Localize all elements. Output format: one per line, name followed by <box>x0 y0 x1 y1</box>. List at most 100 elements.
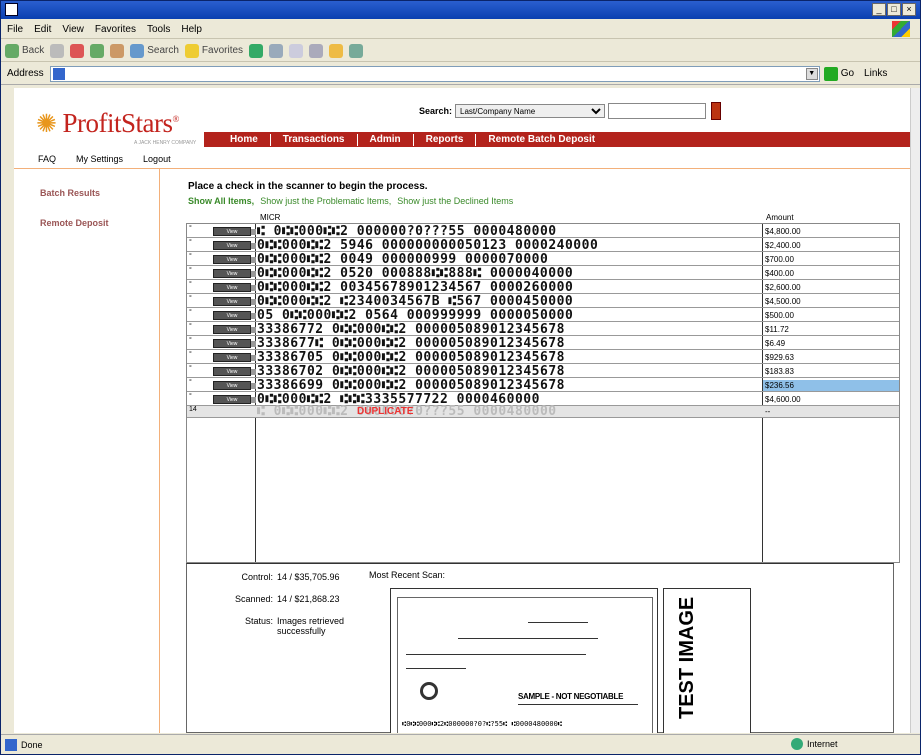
filter-all[interactable]: Show All Items, <box>188 196 254 206</box>
view-button[interactable]: View <box>213 395 256 404</box>
sidebar-divider <box>159 169 160 733</box>
stop-button[interactable] <box>70 43 85 58</box>
media-button[interactable] <box>249 43 264 58</box>
refresh-button[interactable] <box>90 43 105 58</box>
table-row[interactable]: ° View 33386705 0⑆⑆000⑆⑆2 0000050890123456… <box>187 350 899 365</box>
nav-home[interactable]: Home <box>218 133 271 146</box>
links-button[interactable]: Links <box>864 68 887 79</box>
messenger-button[interactable] <box>349 43 364 58</box>
print-button[interactable] <box>309 43 324 58</box>
sidebar-item-batch-results[interactable]: Batch Results <box>40 188 109 198</box>
menu-favorites[interactable]: Favorites <box>95 24 136 35</box>
search-button[interactable]: Search <box>130 43 179 58</box>
home-button[interactable] <box>110 43 125 58</box>
vertical-scrollbar[interactable] <box>910 88 920 733</box>
amount-value: $6.49 <box>765 339 786 348</box>
view-button[interactable]: View <box>213 255 256 264</box>
folder-button[interactable] <box>329 43 344 58</box>
back-button[interactable]: Back <box>5 43 44 58</box>
history-icon <box>269 43 284 58</box>
table-row[interactable]: ° View 0⑆⑆000⑆⑆2 00345678901234567 0000260… <box>187 280 899 295</box>
mail-button[interactable] <box>289 43 304 58</box>
view-button[interactable]: View <box>213 227 256 236</box>
table-row[interactable]: ° View ⑆ 0⑆⑆000⑆⑆2 000000?0???55 000048000… <box>187 224 899 239</box>
menu-help[interactable]: Help <box>181 24 202 35</box>
filter-problematic[interactable]: Show just the Problematic Items, <box>260 196 391 206</box>
print-icon <box>309 43 324 58</box>
table-row[interactable]: ° View 33386772 0⑆⑆000⑆⑆2 0000050890123456… <box>187 322 899 337</box>
micr-value: 33386702 0⑆⑆000⑆⑆2 000005089012345678 <box>257 364 565 379</box>
nav-reports[interactable]: Reports <box>414 133 477 146</box>
test-image-label: TEST IMAGE <box>676 596 698 719</box>
folder-icon <box>329 43 344 58</box>
search-type-select[interactable]: Last/Company Name <box>455 104 606 118</box>
menu-edit[interactable]: Edit <box>34 24 51 35</box>
view-button[interactable]: View <box>213 269 256 278</box>
view-button[interactable]: View <box>213 367 256 376</box>
close-button[interactable]: × <box>902 3 916 16</box>
mail-icon <box>289 43 304 58</box>
table-row[interactable]: ° View 0⑆⑆000⑆⑆2 5946 000000000050123 0000… <box>187 238 899 253</box>
sidebar-item-remote-deposit[interactable]: Remote Deposit <box>40 218 109 228</box>
address-dropdown[interactable]: ▼ <box>805 67 818 80</box>
filter-declined[interactable]: Show just the Declined Items <box>397 196 513 206</box>
table-row[interactable]: ° View 33386699 0⑆⑆000⑆⑆2 0000050890123456… <box>187 378 899 393</box>
row-marker: ° <box>189 365 192 372</box>
view-button[interactable]: View <box>213 297 256 306</box>
duplicate-row[interactable]: 14 ⑆ 0⑆⑆000⑆⑆2 000000?0???55 0000480000 … <box>187 404 899 419</box>
search-label: Search <box>147 45 179 56</box>
check-sample-text: SAMPLE - NOT NEGOTIABLE <box>518 692 624 701</box>
view-button[interactable]: View <box>213 353 256 362</box>
view-button[interactable]: View <box>213 283 256 292</box>
menu-tools[interactable]: Tools <box>147 24 170 35</box>
nav-remote-batch-deposit[interactable]: Remote Batch Deposit <box>476 134 607 146</box>
home-icon <box>110 43 125 58</box>
status-done-label: Done <box>21 739 43 750</box>
search-go-button[interactable] <box>711 102 722 120</box>
search-bar: Search: Last/Company Name <box>419 102 722 120</box>
most-recent-scan-label: Most Recent Scan: <box>369 570 446 580</box>
page-icon <box>5 738 17 751</box>
go-button[interactable]: Go <box>823 66 854 81</box>
minimize-button[interactable]: _ <box>872 3 886 16</box>
nav-transactions[interactable]: Transactions <box>271 133 358 146</box>
stop-icon <box>70 43 85 58</box>
check-face: SAMPLE - NOT NEGOTIABLE ⑆0⑆⑆000⑆⑆2⑆00000… <box>397 597 653 733</box>
amount-value: $11.72 <box>765 325 789 334</box>
table-row[interactable]: ° View 33386702 0⑆⑆000⑆⑆2 0000050890123456… <box>187 364 899 379</box>
address-input[interactable]: ▼ <box>49 65 820 82</box>
micr-value: 3338677⑆ 0⑆⑆000⑆⑆2 000005089012345678 <box>257 336 565 351</box>
test-image[interactable]: TEST IMAGE <box>663 588 751 733</box>
view-button[interactable]: View <box>213 325 256 334</box>
media-icon <box>249 43 264 58</box>
table-row[interactable]: ° View 3338677⑆ 0⑆⑆000⑆⑆2 0000050890123456… <box>187 336 899 351</box>
link-logout[interactable]: Logout <box>143 154 171 164</box>
link-my-settings[interactable]: My Settings <box>76 154 123 164</box>
table-row[interactable]: ° View 0⑆⑆000⑆⑆2 0520 000888⑆⑆888⑆ 0000040… <box>187 266 899 281</box>
view-button[interactable]: View <box>213 311 256 320</box>
maximize-button[interactable]: □ <box>887 3 901 16</box>
favorites-button[interactable]: Favorites <box>184 43 243 58</box>
control-label: Control: <box>241 572 273 582</box>
search-input[interactable] <box>608 103 707 119</box>
menu-file[interactable]: File <box>7 24 23 35</box>
control-value: 14 / $35,705.96 <box>277 572 340 582</box>
table-row[interactable]: ° View 0⑆⑆000⑆⑆2 0049 000000999 0000070000… <box>187 252 899 267</box>
menu-view[interactable]: View <box>62 24 84 35</box>
micr-value: 0⑆⑆000⑆⑆2 0049 000000999 0000070000 <box>257 252 549 267</box>
view-button[interactable]: View <box>213 241 256 250</box>
view-button[interactable]: View <box>213 339 256 348</box>
main-nav: Home Transactions Admin Reports Remote B… <box>204 132 910 147</box>
link-faq[interactable]: FAQ <box>38 154 56 164</box>
table-row[interactable]: ° View 05 0⑆⑆000⑆⑆2 0564 000999999 0000050… <box>187 308 899 323</box>
filter-links: Show All Items, Show just the Problemati… <box>188 196 513 206</box>
table-row[interactable]: ° View 0⑆⑆000⑆⑆2 ⑆2340034567B ⑆567 0000450… <box>187 294 899 309</box>
history-button[interactable] <box>269 43 284 58</box>
globe-icon <box>791 738 803 750</box>
forward-button[interactable] <box>50 43 65 58</box>
check-image[interactable]: SAMPLE - NOT NEGOTIABLE ⑆0⑆⑆000⑆⑆2⑆00000… <box>390 588 658 733</box>
header-divider <box>14 168 910 169</box>
nav-admin[interactable]: Admin <box>358 133 414 146</box>
view-button[interactable]: View <box>213 381 256 390</box>
row-marker: ° <box>189 281 192 288</box>
